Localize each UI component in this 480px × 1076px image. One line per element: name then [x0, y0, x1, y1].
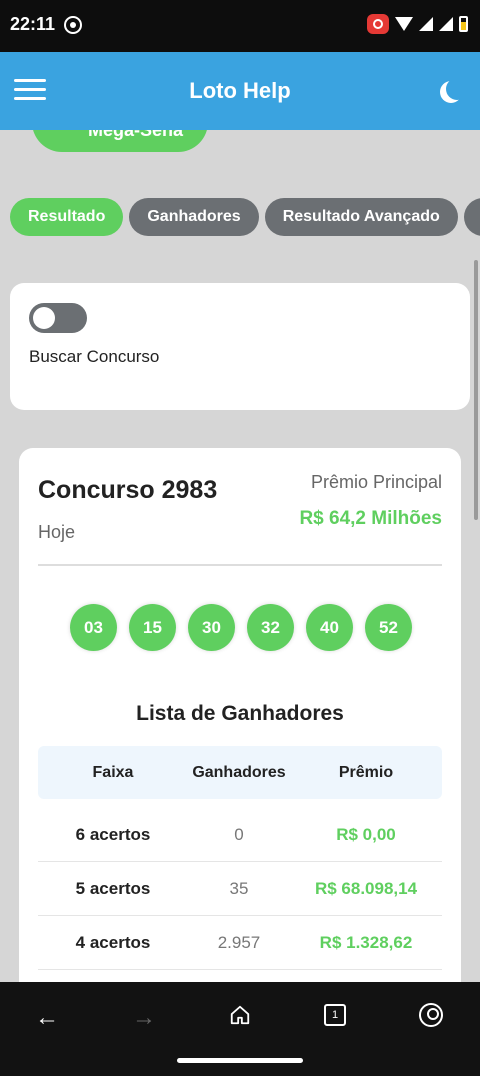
- tab-bar: Resultado Ganhadores Resultado Avançado: [10, 198, 480, 236]
- row-faixa: 4 acertos: [75, 932, 151, 952]
- prize-value: R$ 64,2 Milhões: [299, 508, 442, 529]
- result-card: Concurso 2983 Hoje Prêmio Principal R$ 6…: [19, 448, 461, 982]
- status-time: 22:11: [10, 14, 56, 34]
- tab-ganhadores[interactable]: Ganhadores: [129, 198, 259, 236]
- row-faixa: 5 acertos: [75, 878, 151, 898]
- number-ball: 32: [247, 604, 294, 651]
- search-card: Buscar Concurso: [10, 283, 470, 410]
- scrollbar[interactable]: [474, 260, 478, 520]
- number-ball: 03: [70, 604, 117, 651]
- winners-table-header: Faixa Ganhadores Prêmio: [38, 746, 442, 799]
- status-bar: 22:11: [0, 0, 480, 52]
- forward-arrow-icon[interactable]: →: [132, 1004, 156, 1032]
- battery-icon: [459, 16, 468, 32]
- signal-icon-2: [439, 17, 453, 31]
- dark-mode-icon[interactable]: [446, 78, 468, 100]
- table-row: 6 acertos 0 R$ 0,00: [38, 808, 442, 862]
- main-content[interactable]: Mega-Sena Resultado Ganhadores Resultado…: [0, 130, 480, 982]
- header-faixa: Faixa: [92, 763, 134, 781]
- account-icon[interactable]: [419, 1003, 443, 1027]
- status-icons: [367, 14, 468, 34]
- gesture-bar[interactable]: [177, 1058, 303, 1063]
- table-row: 4 acertos 2.957 R$ 1.328,62: [38, 916, 442, 970]
- table-row: 5 acertos 35 R$ 68.098,14: [38, 862, 442, 916]
- search-toggle[interactable]: [29, 303, 87, 333]
- bottom-nav: ← → 1: [0, 982, 480, 1076]
- number-ball: 30: [188, 604, 235, 651]
- number-ball: 40: [306, 604, 353, 651]
- notification-icon: [64, 16, 82, 34]
- tabs-icon[interactable]: 1: [324, 1004, 346, 1026]
- tab-resultado[interactable]: Resultado: [10, 198, 124, 236]
- app-title: Loto Help: [189, 78, 291, 103]
- home-icon[interactable]: [229, 1004, 251, 1026]
- screen-record-icon: [367, 14, 389, 34]
- app-bar: Loto Help: [0, 52, 480, 130]
- tab-more[interactable]: [463, 198, 480, 236]
- game-select-button[interactable]: Mega-Sena: [32, 130, 208, 152]
- wifi-icon: [395, 17, 413, 31]
- back-arrow-icon[interactable]: ←: [35, 1004, 59, 1032]
- row-premio: R$ 1.328,62: [319, 932, 413, 952]
- row-ganhadores: 2.957: [217, 932, 261, 952]
- row-premio: R$ 0,00: [336, 824, 396, 844]
- row-ganhadores: 35: [229, 878, 249, 898]
- contest-title: Concurso 2983: [38, 476, 218, 504]
- row-premio: R$ 68.098,14: [314, 878, 418, 898]
- divider: [38, 564, 442, 566]
- header-ganhadores: Ganhadores: [192, 763, 286, 781]
- header-premio: Prêmio: [338, 763, 394, 781]
- contest-date: Hoje: [38, 522, 76, 542]
- winners-title: Lista de Ganhadores: [136, 702, 344, 725]
- tab-resultado-avancado[interactable]: Resultado Avançado: [264, 198, 458, 236]
- search-label: Buscar Concurso: [29, 347, 160, 366]
- number-ball: 52: [365, 604, 412, 651]
- drawn-numbers: 03 15 30 32 40 52: [70, 604, 412, 651]
- row-faixa: 6 acertos: [75, 824, 151, 844]
- prize-label: Prêmio Principal: [310, 472, 442, 492]
- signal-icon: [419, 17, 433, 31]
- number-ball: 15: [129, 604, 176, 651]
- row-ganhadores: 0: [234, 824, 244, 844]
